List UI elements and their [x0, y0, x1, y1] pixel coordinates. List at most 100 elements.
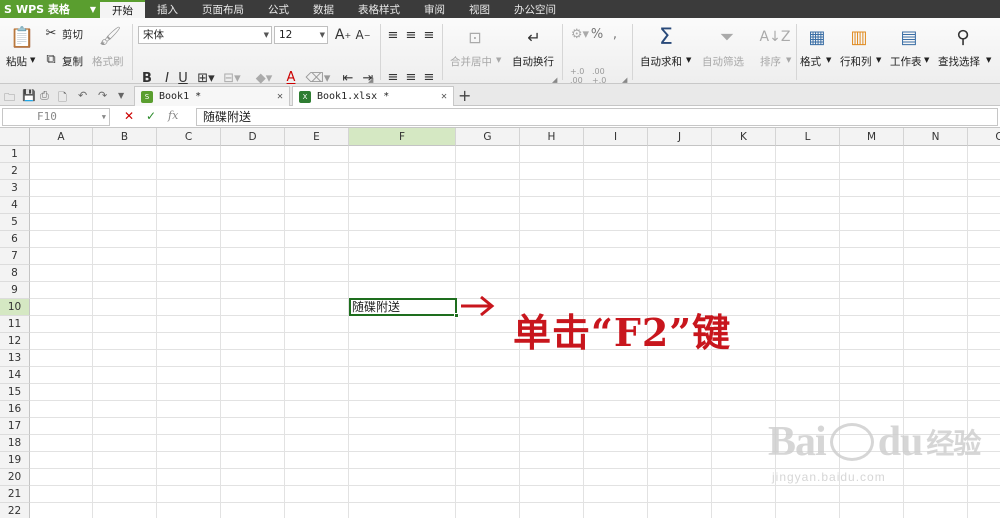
undo-icon[interactable]: ↶: [78, 89, 87, 102]
column-header-i[interactable]: I: [584, 128, 648, 146]
tab-home[interactable]: 开始: [100, 0, 145, 18]
tab-view[interactable]: 视图: [457, 0, 502, 18]
row-header-13[interactable]: 13: [0, 350, 30, 367]
save-icon[interactable]: 💾: [22, 89, 36, 102]
sort-button[interactable]: 排序: [760, 54, 781, 69]
tab-insert[interactable]: 插入: [145, 0, 190, 18]
row-header-18[interactable]: 18: [0, 435, 30, 452]
column-header-m[interactable]: M: [840, 128, 904, 146]
chevron-down-icon[interactable]: ▼: [924, 56, 929, 64]
row-header-2[interactable]: 2: [0, 163, 30, 180]
close-icon[interactable]: ✕: [441, 91, 447, 102]
alignment-dialog-launcher-icon[interactable]: ◢: [552, 76, 557, 84]
format-button[interactable]: 格式: [800, 54, 821, 69]
column-header-b[interactable]: B: [93, 128, 157, 146]
row-header-3[interactable]: 3: [0, 180, 30, 197]
tab-table-style[interactable]: 表格样式: [346, 0, 412, 18]
format-painter-button[interactable]: 格式刷: [92, 54, 124, 69]
chevron-down-icon[interactable]: ▼: [686, 56, 691, 64]
wrap-text-button[interactable]: 自动换行: [512, 54, 554, 69]
font-name-select[interactable]: 宋体 ▼: [138, 26, 272, 44]
new-tab-button[interactable]: +: [458, 86, 471, 105]
percent-button[interactable]: %: [590, 26, 604, 42]
chevron-down-icon[interactable]: ▼: [826, 56, 831, 64]
column-header-l[interactable]: L: [776, 128, 840, 146]
align-bottom-icon[interactable]: ≡: [422, 28, 436, 43]
row-header-11[interactable]: 11: [0, 316, 30, 333]
thousands-button[interactable]: ,: [610, 26, 620, 42]
quick-access-dropdown-icon[interactable]: ▼: [118, 91, 124, 100]
row-header-1[interactable]: 1: [0, 146, 30, 163]
tab-page-layout[interactable]: 页面布局: [190, 0, 256, 18]
chevron-down-icon[interactable]: ▼: [876, 56, 881, 64]
redo-icon[interactable]: ↷: [98, 89, 107, 102]
row-header-15[interactable]: 15: [0, 384, 30, 401]
cancel-edit-icon[interactable]: ✕: [124, 109, 134, 123]
row-header-19[interactable]: 19: [0, 452, 30, 469]
autofilter-button[interactable]: 自动筛选: [702, 54, 744, 69]
align-left-icon[interactable]: ≡: [386, 70, 400, 85]
find-select-button[interactable]: 查找选择: [938, 54, 980, 69]
paste-dropdown-icon[interactable]: ▼: [30, 56, 35, 64]
chevron-down-icon[interactable]: ▼: [496, 56, 501, 64]
font-dialog-launcher-icon[interactable]: ◢: [368, 76, 373, 84]
decrease-decimal-button[interactable]: .00 +.0: [592, 67, 614, 85]
doc-tab-book1[interactable]: S Book1 * ✕: [134, 86, 290, 106]
grow-font-icon[interactable]: A +: [334, 26, 352, 44]
align-center-icon[interactable]: ≡: [404, 70, 418, 85]
doc-tab-book1-xlsx[interactable]: X Book1.xlsx * ✕: [292, 86, 454, 106]
worksheet-button[interactable]: 工作表: [890, 54, 922, 69]
active-cell-f10[interactable]: 随碟附送: [349, 298, 459, 318]
autosum-button[interactable]: 自动求和: [640, 54, 682, 69]
row-header-20[interactable]: 20: [0, 469, 30, 486]
column-header-c[interactable]: C: [157, 128, 221, 146]
row-header-17[interactable]: 17: [0, 418, 30, 435]
row-header-5[interactable]: 5: [0, 214, 30, 231]
align-middle-icon[interactable]: ≡: [404, 28, 418, 43]
align-right-icon[interactable]: ≡: [422, 70, 436, 85]
row-header-16[interactable]: 16: [0, 401, 30, 418]
column-header-o[interactable]: O: [968, 128, 1000, 146]
number-dialog-launcher-icon[interactable]: ◢: [622, 76, 627, 84]
rows-cols-button[interactable]: 行和列: [840, 54, 872, 69]
select-all-corner[interactable]: [0, 128, 30, 146]
font-size-select[interactable]: 12 ▼: [274, 26, 328, 44]
tab-office-space[interactable]: 办公空间: [502, 0, 568, 18]
align-top-icon[interactable]: ≡: [386, 28, 400, 43]
column-header-g[interactable]: G: [456, 128, 520, 146]
tab-formulas[interactable]: 公式: [256, 0, 301, 18]
row-header-10[interactable]: 10: [0, 299, 30, 316]
row-header-21[interactable]: 21: [0, 486, 30, 503]
number-format-icon[interactable]: ⚙▾: [570, 26, 590, 42]
tab-data[interactable]: 数据: [301, 0, 346, 18]
chevron-down-icon[interactable]: ▼: [786, 56, 791, 64]
row-header-14[interactable]: 14: [0, 367, 30, 384]
cut-button[interactable]: 剪切: [62, 27, 83, 42]
row-header-4[interactable]: 4: [0, 197, 30, 214]
column-header-d[interactable]: D: [221, 128, 285, 146]
name-box[interactable]: F10 ▼: [2, 108, 110, 126]
column-header-j[interactable]: J: [648, 128, 712, 146]
close-icon[interactable]: ✕: [277, 91, 283, 102]
chevron-down-icon[interactable]: ▼: [986, 56, 991, 64]
column-header-k[interactable]: K: [712, 128, 776, 146]
column-header-n[interactable]: N: [904, 128, 968, 146]
print-icon[interactable]: ⎙: [40, 89, 49, 103]
paste-icon[interactable]: 📋: [10, 24, 35, 50]
column-header-f[interactable]: F: [349, 128, 456, 146]
increase-decimal-button[interactable]: +.0 .00: [570, 67, 592, 85]
insert-function-button[interactable]: fx: [168, 109, 178, 122]
shrink-font-icon[interactable]: A −: [354, 26, 372, 44]
column-header-h[interactable]: H: [520, 128, 584, 146]
merge-center-button[interactable]: 合并居中: [450, 54, 492, 69]
app-menu-button[interactable]: S WPS 表格 ▼: [0, 0, 100, 18]
paste-button[interactable]: 粘贴: [6, 54, 27, 69]
row-header-7[interactable]: 7: [0, 248, 30, 265]
row-header-12[interactable]: 12: [0, 333, 30, 350]
column-header-e[interactable]: E: [285, 128, 349, 146]
row-header-9[interactable]: 9: [0, 282, 30, 299]
column-header-a[interactable]: A: [30, 128, 93, 146]
row-header-6[interactable]: 6: [0, 231, 30, 248]
tab-review[interactable]: 审阅: [412, 0, 457, 18]
row-header-8[interactable]: 8: [0, 265, 30, 282]
